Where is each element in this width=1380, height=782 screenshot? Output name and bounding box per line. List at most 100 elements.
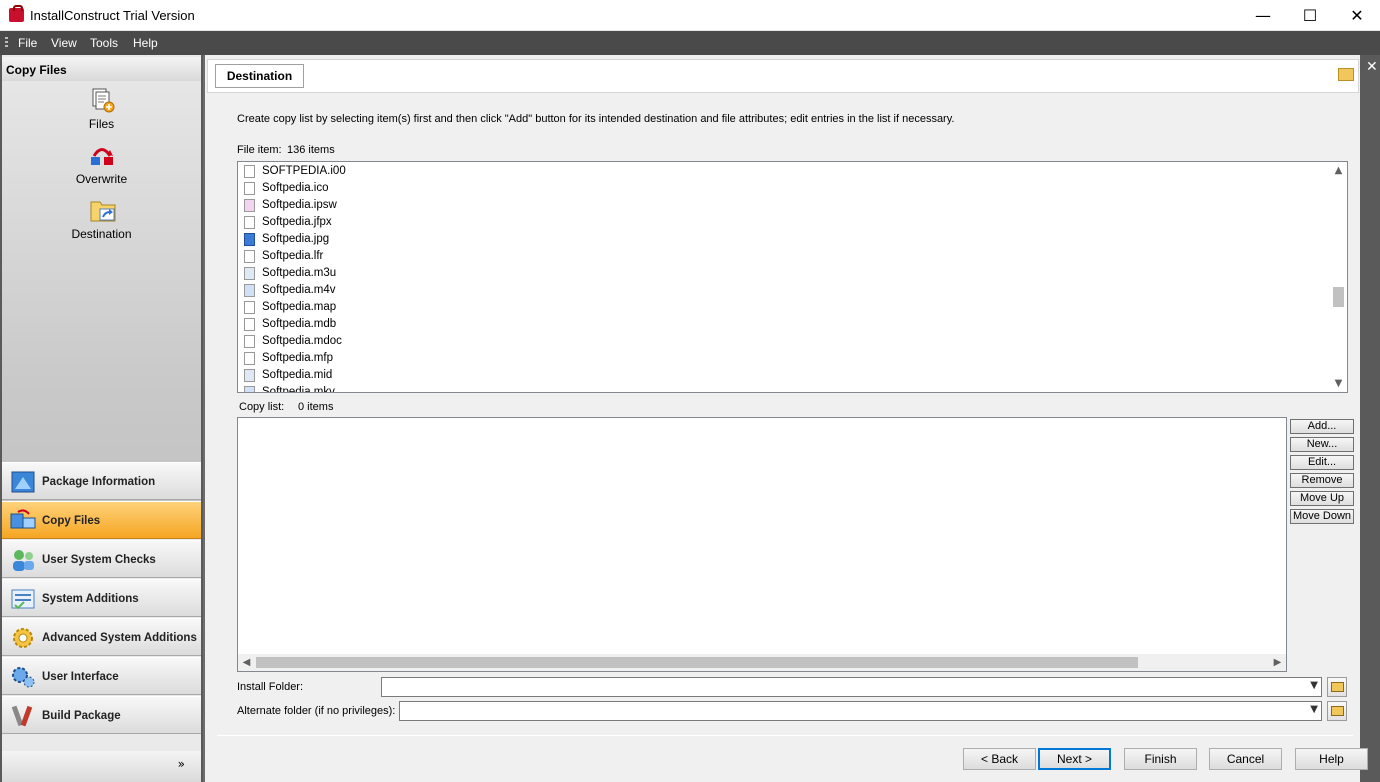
menu-help[interactable]: Help <box>133 36 158 50</box>
alternate-folder-label: Alternate folder (if no privileges): <box>237 705 396 717</box>
tool-destination[interactable]: Destination <box>2 197 201 241</box>
remove-button[interactable]: Remove <box>1290 473 1354 488</box>
copy-list-label: Copy list: <box>239 401 285 413</box>
nav-label: User System Checks <box>42 554 156 566</box>
copy-list[interactable]: ◀ ▶ <box>237 417 1287 672</box>
user-system-checks-icon <box>9 547 37 573</box>
tool-list: Files Overwrite Destination <box>2 81 201 508</box>
copy-files-icon <box>9 508 37 534</box>
window-title: InstallConstruct Trial Version <box>30 8 195 23</box>
nav-label: System Additions <box>42 593 139 605</box>
folder-icon <box>1331 706 1344 716</box>
file-icon <box>244 267 255 280</box>
move-up-button[interactable]: Move Up <box>1290 491 1354 506</box>
chevron-down-icon[interactable]: ▼ <box>1310 680 1318 691</box>
chevron-down-icon[interactable]: ▼ <box>1310 704 1318 715</box>
install-folder-combo[interactable]: ▼ <box>381 677 1322 697</box>
scroll-up-icon[interactable]: ▲ <box>1330 162 1347 179</box>
tool-files[interactable]: Files <box>2 87 201 131</box>
browse-install-folder-button[interactable] <box>1327 677 1347 697</box>
file-icon <box>244 352 255 365</box>
nav-label: Build Package <box>42 710 121 722</box>
move-down-button[interactable]: Move Down <box>1290 509 1354 524</box>
scroll-thumb[interactable] <box>1333 287 1344 307</box>
app-icon <box>9 5 24 22</box>
maximize-button[interactable]: ☐ <box>1287 0 1333 31</box>
instructions-text: Create copy list by selecting item(s) fi… <box>237 113 955 125</box>
file-icon <box>244 335 255 348</box>
menu-tools[interactable]: Tools <box>90 36 118 50</box>
tool-destination-label: Destination <box>71 227 132 241</box>
close-button[interactable]: ✕ <box>1334 0 1380 31</box>
file-name: Softpedia.ico <box>262 182 329 194</box>
menu-view[interactable]: View <box>51 36 77 50</box>
nav-system-additions[interactable]: System Additions <box>2 579 201 617</box>
left-panel: Copy Files Files Overwrite Destination P… <box>0 55 203 782</box>
file-name: Softpedia.lfr <box>262 250 324 262</box>
scroll-left-icon[interactable]: ◀ <box>238 654 255 671</box>
hscroll-thumb[interactable] <box>256 657 1138 668</box>
nav-build-package[interactable]: Build Package <box>2 696 201 734</box>
file-name: Softpedia.mdoc <box>262 335 342 347</box>
nav-label: Copy Files <box>42 515 101 527</box>
main-area: ✕ Destination Create copy list by select… <box>203 55 1380 782</box>
file-icon <box>244 386 255 392</box>
finish-button[interactable]: Finish <box>1124 748 1197 770</box>
menu-file[interactable]: File <box>18 36 37 50</box>
alternate-folder-combo[interactable]: ▼ <box>399 701 1322 721</box>
new-button[interactable]: New... <box>1290 437 1354 452</box>
nav-label: Advanced System Additions <box>42 632 197 644</box>
expand-chevron-icon[interactable]: » <box>178 757 185 771</box>
file-name: Softpedia.mdb <box>262 318 337 330</box>
file-icon <box>244 216 255 229</box>
file-icon <box>244 369 255 382</box>
file-list-scrollbar[interactable]: ▲ ▼ <box>1330 162 1347 392</box>
file-name: Softpedia.m4v <box>262 284 336 296</box>
file-name: Softpedia.mfp <box>262 352 333 364</box>
help-button[interactable]: Help <box>1295 748 1368 770</box>
close-tab-icon[interactable]: ✕ <box>1366 59 1378 75</box>
menu-bar: File View Tools Help <box>0 31 1380 55</box>
cancel-button[interactable]: Cancel <box>1209 748 1282 770</box>
file-name: Softpedia.m3u <box>262 267 337 279</box>
browse-alternate-folder-button[interactable] <box>1327 701 1347 721</box>
nav-user-system-checks[interactable]: User System Checks <box>2 540 201 578</box>
menu-grip-icon <box>5 37 8 49</box>
add-button[interactable]: Add... <box>1290 419 1354 434</box>
tool-overwrite[interactable]: Overwrite <box>2 142 201 186</box>
tab-strip-edge <box>1360 55 1380 782</box>
file-item-list[interactable]: ▲ ▼ SOFTPEDIA.i00 Softpedia.ico Softpedia.… <box>237 161 1348 393</box>
destination-page: Create copy list by selecting item(s) fi… <box>207 97 1368 782</box>
file-icon <box>244 182 255 195</box>
back-button[interactable]: < Back <box>963 748 1036 770</box>
scroll-down-icon[interactable]: ▼ <box>1330 375 1347 392</box>
tab-destination[interactable]: Destination <box>215 64 304 88</box>
file-item-label: File item: <box>237 144 282 156</box>
next-button[interactable]: Next > <box>1038 748 1111 770</box>
scroll-right-icon[interactable]: ▶ <box>1269 654 1286 671</box>
edit-button[interactable]: Edit... <box>1290 455 1354 470</box>
copy-list-hscrollbar[interactable]: ◀ ▶ <box>238 654 1286 671</box>
nav-package-information[interactable]: Package Information <box>2 462 201 500</box>
nav-label: User Interface <box>42 671 119 683</box>
file-name: Softpedia.jfpx <box>262 216 332 228</box>
file-icon <box>244 284 255 297</box>
gear-icon <box>9 625 37 651</box>
nav-advanced-system-additions[interactable]: Advanced System Additions <box>2 618 201 656</box>
system-additions-icon <box>9 586 37 612</box>
file-icon <box>244 165 255 178</box>
minimize-button[interactable]: — <box>1240 0 1286 31</box>
file-icon <box>244 318 255 331</box>
tab-bar: Destination <box>207 59 1359 93</box>
folder-icon <box>1331 682 1344 692</box>
title-bar: InstallConstruct Trial Version — ☐ ✕ <box>0 0 1380 31</box>
nav-copy-files[interactable]: Copy Files <box>2 501 201 539</box>
install-folder-label: Install Folder: <box>237 681 304 693</box>
file-name: Softpedia.mid <box>262 369 333 381</box>
files-icon <box>89 87 115 113</box>
file-icon <box>244 233 255 246</box>
nav-user-interface[interactable]: User Interface <box>2 657 201 695</box>
folder-icon[interactable] <box>1338 68 1354 81</box>
tool-overwrite-label: Overwrite <box>75 172 128 186</box>
copy-list-count: 0 items <box>298 401 334 413</box>
